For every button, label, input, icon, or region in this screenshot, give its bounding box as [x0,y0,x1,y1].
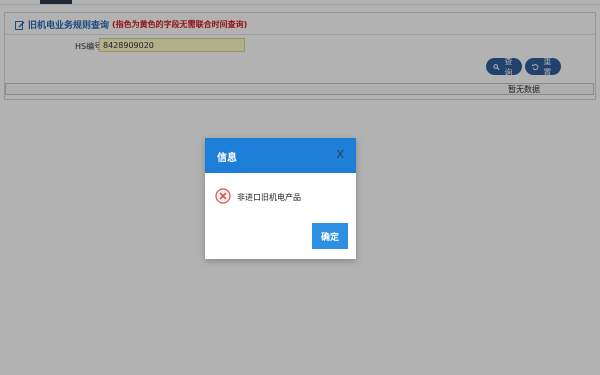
dialog-header: 信息 X [205,138,356,173]
error-x-icon [215,188,231,204]
dialog-title: 信息 [217,153,237,164]
dialog-message: 非进口旧机电产品 [237,193,301,202]
ok-button[interactable]: 确定 [312,223,348,249]
close-icon[interactable]: X [336,148,344,161]
info-dialog: 信息 X 非进口旧机电产品 确定 [205,138,356,259]
